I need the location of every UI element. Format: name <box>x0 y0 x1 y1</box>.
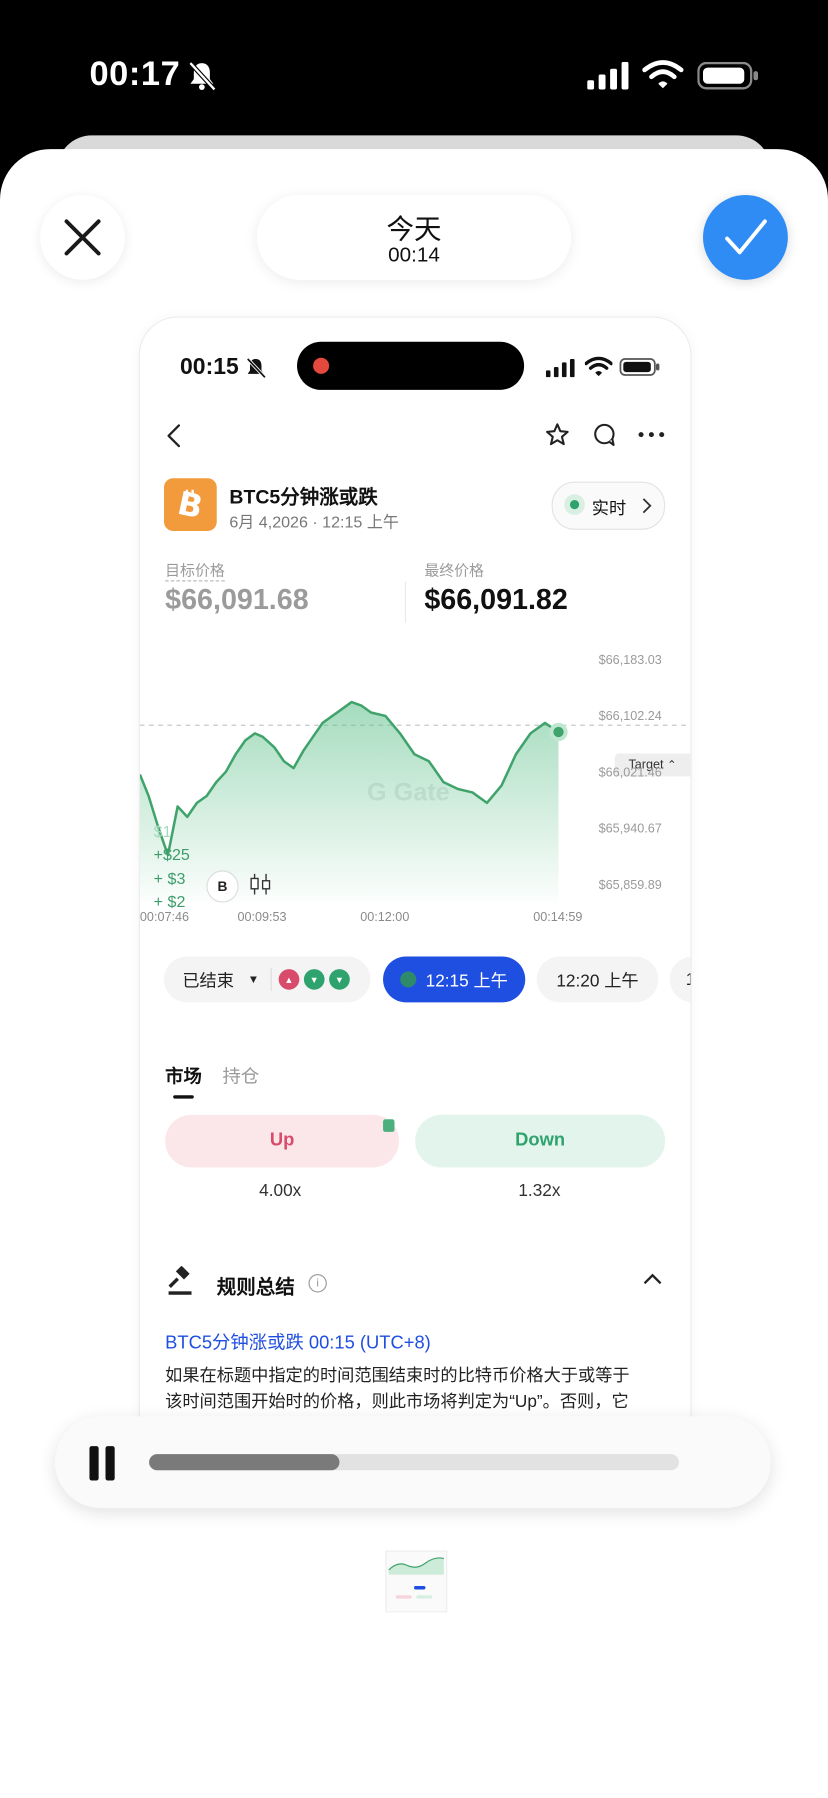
recording-dot-icon <box>313 357 330 374</box>
active-round-dot-icon <box>400 971 417 988</box>
final-price-label: 最终价格 <box>424 561 484 580</box>
down-multiplier: 1.32x <box>518 1181 561 1201</box>
header-title: 今天 <box>386 214 442 246</box>
thumbnail-chart <box>388 1557 444 1599</box>
bet-label: + $3 <box>153 869 186 888</box>
progress-fill <box>149 1454 340 1471</box>
chip-divider <box>270 967 272 991</box>
bet-label: +$25 <box>153 845 190 864</box>
bet-label: + $2 <box>153 892 186 911</box>
rules-heading: 规则总结 <box>216 1276 295 1299</box>
x-tick-label: 00:12:00 <box>360 910 410 925</box>
tab-market[interactable]: 市场 <box>165 1061 202 1089</box>
star-icon[interactable] <box>545 422 570 447</box>
inner-wifi-icon <box>584 356 613 377</box>
rules-text-line: 该时间范围开始时的价格，则此市场将判定为“Up”。否则，它 <box>165 1392 629 1412</box>
up-label: Up <box>269 1130 295 1151</box>
bitcoin-toggle-icon[interactable]: B <box>206 870 239 903</box>
down-button[interactable]: Down <box>415 1114 666 1168</box>
bitcoin-symbol-icon: B <box>174 486 206 523</box>
result-up-icon: ▲ <box>278 969 300 990</box>
close-button[interactable] <box>40 194 126 280</box>
pause-icon <box>89 1446 99 1481</box>
target-price-value: $66,091.68 <box>165 583 309 616</box>
price-divider <box>404 581 406 623</box>
date-pill: 今天 00:14 <box>256 194 572 280</box>
bet-label: $1 <box>153 822 172 841</box>
tab-active-indicator <box>173 1095 194 1099</box>
checkmark-icon <box>725 219 767 255</box>
last-price-dot <box>553 726 564 738</box>
rules-text-line: 如果在标题中指定的时间范围结束时的比特币价格大于或等于 <box>165 1365 630 1386</box>
confirm-button[interactable] <box>703 194 788 280</box>
chevron-up-icon[interactable] <box>642 1272 663 1286</box>
progress-track[interactable] <box>149 1454 679 1471</box>
result-down-icon: ▼ <box>303 969 325 990</box>
y-tick-label: $66,102.24 <box>598 709 662 724</box>
header-subtitle: 00:14 <box>388 243 440 267</box>
battery-icon <box>697 61 759 90</box>
x-tick-label: 00:14:59 <box>533 910 583 925</box>
svg-text:B: B <box>174 486 206 523</box>
up-multiplier: 4.00x <box>259 1181 302 1201</box>
round-active-label: 12:15 上午 <box>425 970 508 991</box>
round-more-label: 1 <box>686 970 691 989</box>
y-tick-label: $65,940.67 <box>598 822 662 837</box>
round-next-label: 12:20 上午 <box>556 970 639 991</box>
y-tick-label: $65,859.89 <box>598 878 662 893</box>
round-status-dropdown[interactable]: 已结束 ▼ ▲ ▼ ▼ <box>163 956 371 1003</box>
inner-bell-muted-icon <box>246 357 267 379</box>
comment-icon[interactable] <box>592 422 617 447</box>
thumbnail-preview[interactable] <box>385 1550 448 1613</box>
close-icon <box>64 219 101 256</box>
market-date: 6月 4,2026 · 12:15 上午 <box>229 512 399 531</box>
down-label: Down <box>515 1130 566 1151</box>
round-status-label: 已结束 <box>182 970 234 991</box>
playback-bar <box>55 1416 771 1509</box>
round-chip-more[interactable]: 1 <box>669 956 691 1003</box>
bell-muted-icon <box>188 61 217 91</box>
info-icon[interactable]: i <box>308 1274 327 1293</box>
note-icon <box>383 1119 395 1132</box>
status-bar: 00:17 <box>0 0 828 150</box>
tab-position[interactable]: 持仓 <box>222 1061 259 1089</box>
live-indicator-icon <box>569 500 580 510</box>
inner-status-time: 00:15 <box>180 354 239 380</box>
dynamic-island <box>297 341 525 390</box>
round-chip-next[interactable]: 12:20 上午 <box>536 956 659 1003</box>
up-button[interactable]: Up <box>165 1114 400 1168</box>
gavel-icon <box>168 1266 192 1295</box>
final-price-value: $66,091.82 <box>424 583 568 616</box>
bitcoin-logo-icon: B <box>163 478 217 531</box>
more-icon[interactable] <box>638 431 666 440</box>
price-area <box>139 702 559 903</box>
wifi-icon <box>642 60 684 89</box>
pause-button[interactable] <box>89 1446 117 1481</box>
rules-subtitle: BTC5分钟涨或跌 00:15 (UTC+8) <box>165 1333 431 1354</box>
inner-signal-icon <box>545 358 575 378</box>
live-button[interactable]: 实时 <box>551 481 666 530</box>
inner-battery-icon <box>619 358 660 376</box>
round-chip-active[interactable]: 12:15 上午 <box>383 956 526 1003</box>
chevron-up-double-icon: ⌃ <box>667 759 677 772</box>
result-down-icon: ▼ <box>329 969 350 990</box>
y-tick-label: $66,183.03 <box>598 653 662 668</box>
status-time: 00:17 <box>89 55 181 93</box>
back-icon[interactable] <box>165 423 183 448</box>
live-label: 实时 <box>591 498 627 519</box>
market-title: BTC5分钟涨或跌 <box>229 486 378 509</box>
y-tick-label: $66,021.46 <box>598 766 662 780</box>
candlestick-icon[interactable] <box>248 873 273 896</box>
pause-icon-bar <box>105 1446 115 1481</box>
chevron-right-icon <box>642 498 652 514</box>
target-price-label: 目标价格 <box>165 559 225 582</box>
x-tick-label: 00:07:46 <box>139 910 190 925</box>
signal-icon <box>587 61 629 90</box>
dropdown-caret-icon: ▼ <box>247 973 260 986</box>
x-tick-label: 00:09:53 <box>237 910 287 925</box>
preview-screenshot: 00:15 B BTC5分钟涨或跌 6月 4,2026 · 12:15 上午 实… <box>138 316 692 1466</box>
